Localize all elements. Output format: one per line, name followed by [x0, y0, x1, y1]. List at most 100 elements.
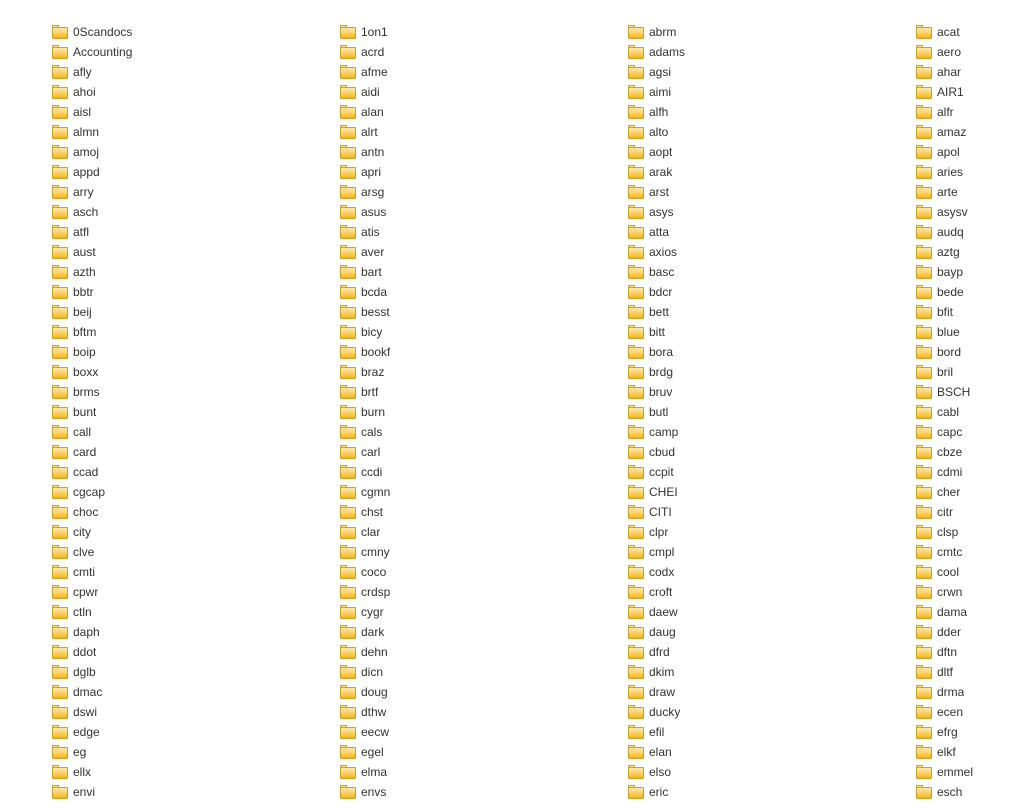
folder-item[interactable]: codx [628, 562, 878, 582]
folder-item[interactable]: drma [916, 682, 1024, 702]
folder-item[interactable]: abrm [628, 22, 878, 42]
folder-item[interactable]: dkim [628, 662, 878, 682]
folder-item[interactable]: cgmn [340, 482, 590, 502]
folder-item[interactable]: efil [628, 722, 878, 742]
folder-item[interactable]: blue [916, 322, 1024, 342]
folder-item[interactable]: asch [52, 202, 302, 222]
folder-item[interactable]: dthw [340, 702, 590, 722]
folder-item[interactable]: ddot [52, 642, 302, 662]
folder-item[interactable]: boxx [52, 362, 302, 382]
folder-item[interactable]: besst [340, 302, 590, 322]
folder-item[interactable]: doug [340, 682, 590, 702]
folder-item[interactable]: aver [340, 242, 590, 262]
folder-item[interactable]: bruv [628, 382, 878, 402]
folder-item[interactable]: brms [52, 382, 302, 402]
folder-item[interactable]: chst [340, 502, 590, 522]
folder-item[interactable]: agsi [628, 62, 878, 82]
folder-item[interactable]: daew [628, 602, 878, 622]
folder-list-pane[interactable]: 0ScandocsAccountingaflyahoiaislalmnamoja… [0, 0, 1024, 808]
folder-item[interactable]: dswi [52, 702, 302, 722]
folder-item[interactable]: bede [916, 282, 1024, 302]
folder-item[interactable]: ccpit [628, 462, 878, 482]
folder-item[interactable]: choc [52, 502, 302, 522]
folder-item[interactable]: cher [916, 482, 1024, 502]
folder-item[interactable]: antn [340, 142, 590, 162]
folder-item[interactable]: emmel [916, 762, 1024, 782]
folder-item[interactable]: bdcr [628, 282, 878, 302]
folder-item[interactable]: daug [628, 622, 878, 642]
folder-item[interactable]: CITI [628, 502, 878, 522]
folder-item[interactable]: adams [628, 42, 878, 62]
folder-item[interactable]: clpr [628, 522, 878, 542]
folder-item[interactable]: afme [340, 62, 590, 82]
folder-item[interactable]: braz [340, 362, 590, 382]
folder-item[interactable]: clar [340, 522, 590, 542]
folder-item[interactable]: bord [916, 342, 1024, 362]
folder-item[interactable]: alfh [628, 102, 878, 122]
folder-item[interactable]: capc [916, 422, 1024, 442]
folder-item[interactable]: elan [628, 742, 878, 762]
folder-item[interactable]: ctln [52, 602, 302, 622]
folder-item[interactable]: atta [628, 222, 878, 242]
folder-item[interactable]: CHEI [628, 482, 878, 502]
folder-item[interactable]: coco [340, 562, 590, 582]
folder-item[interactable]: 0Scandocs [52, 22, 302, 42]
folder-item[interactable]: bbtr [52, 282, 302, 302]
folder-item[interactable]: crdsp [340, 582, 590, 602]
folder-item[interactable]: arry [52, 182, 302, 202]
folder-item[interactable]: alrt [340, 122, 590, 142]
folder-item[interactable]: ecen [916, 702, 1024, 722]
folder-item[interactable]: eric [628, 782, 878, 802]
folder-item[interactable]: cmpl [628, 542, 878, 562]
folder-item[interactable]: cbud [628, 442, 878, 462]
folder-item[interactable]: boip [52, 342, 302, 362]
folder-item[interactable]: cabl [916, 402, 1024, 422]
folder-item[interactable]: aries [916, 162, 1024, 182]
folder-item[interactable]: bett [628, 302, 878, 322]
folder-item[interactable]: cpwr [52, 582, 302, 602]
folder-item[interactable]: bunt [52, 402, 302, 422]
folder-item[interactable]: cbze [916, 442, 1024, 462]
folder-item[interactable]: atfl [52, 222, 302, 242]
folder-item[interactable]: beij [52, 302, 302, 322]
folder-item[interactable]: basc [628, 262, 878, 282]
folder-item[interactable]: AIR1 [916, 82, 1024, 102]
folder-item[interactable]: call [52, 422, 302, 442]
folder-item[interactable]: dehn [340, 642, 590, 662]
folder-item[interactable]: dark [340, 622, 590, 642]
folder-item[interactable]: bookf [340, 342, 590, 362]
folder-item[interactable]: ducky [628, 702, 878, 722]
folder-item[interactable]: acrd [340, 42, 590, 62]
folder-item[interactable]: alfr [916, 102, 1024, 122]
folder-item[interactable]: dder [916, 622, 1024, 642]
folder-item[interactable]: draw [628, 682, 878, 702]
folder-item[interactable]: aopt [628, 142, 878, 162]
folder-item[interactable]: cmti [52, 562, 302, 582]
folder-item[interactable]: citr [916, 502, 1024, 522]
folder-item[interactable]: aero [916, 42, 1024, 62]
folder-item[interactable]: esch [916, 782, 1024, 802]
folder-item[interactable]: clve [52, 542, 302, 562]
folder-item[interactable]: eg [52, 742, 302, 762]
folder-item[interactable]: arsg [340, 182, 590, 202]
folder-item[interactable]: axios [628, 242, 878, 262]
folder-item[interactable]: burn [340, 402, 590, 422]
folder-item[interactable]: BSCH [916, 382, 1024, 402]
folder-item[interactable]: bftm [52, 322, 302, 342]
folder-item[interactable]: bayp [916, 262, 1024, 282]
folder-item[interactable]: amoj [52, 142, 302, 162]
folder-item[interactable]: ccad [52, 462, 302, 482]
folder-item[interactable]: cgcap [52, 482, 302, 502]
folder-item[interactable]: bfit [916, 302, 1024, 322]
folder-item[interactable]: 1on1 [340, 22, 590, 42]
folder-item[interactable]: atis [340, 222, 590, 242]
folder-item[interactable]: arak [628, 162, 878, 182]
folder-item[interactable]: azth [52, 262, 302, 282]
folder-item[interactable]: cygr [340, 602, 590, 622]
folder-item[interactable]: dicn [340, 662, 590, 682]
folder-item[interactable]: cool [916, 562, 1024, 582]
folder-item[interactable]: dfrd [628, 642, 878, 662]
folder-item[interactable]: eecw [340, 722, 590, 742]
folder-item[interactable]: acat [916, 22, 1024, 42]
folder-item[interactable]: edge [52, 722, 302, 742]
